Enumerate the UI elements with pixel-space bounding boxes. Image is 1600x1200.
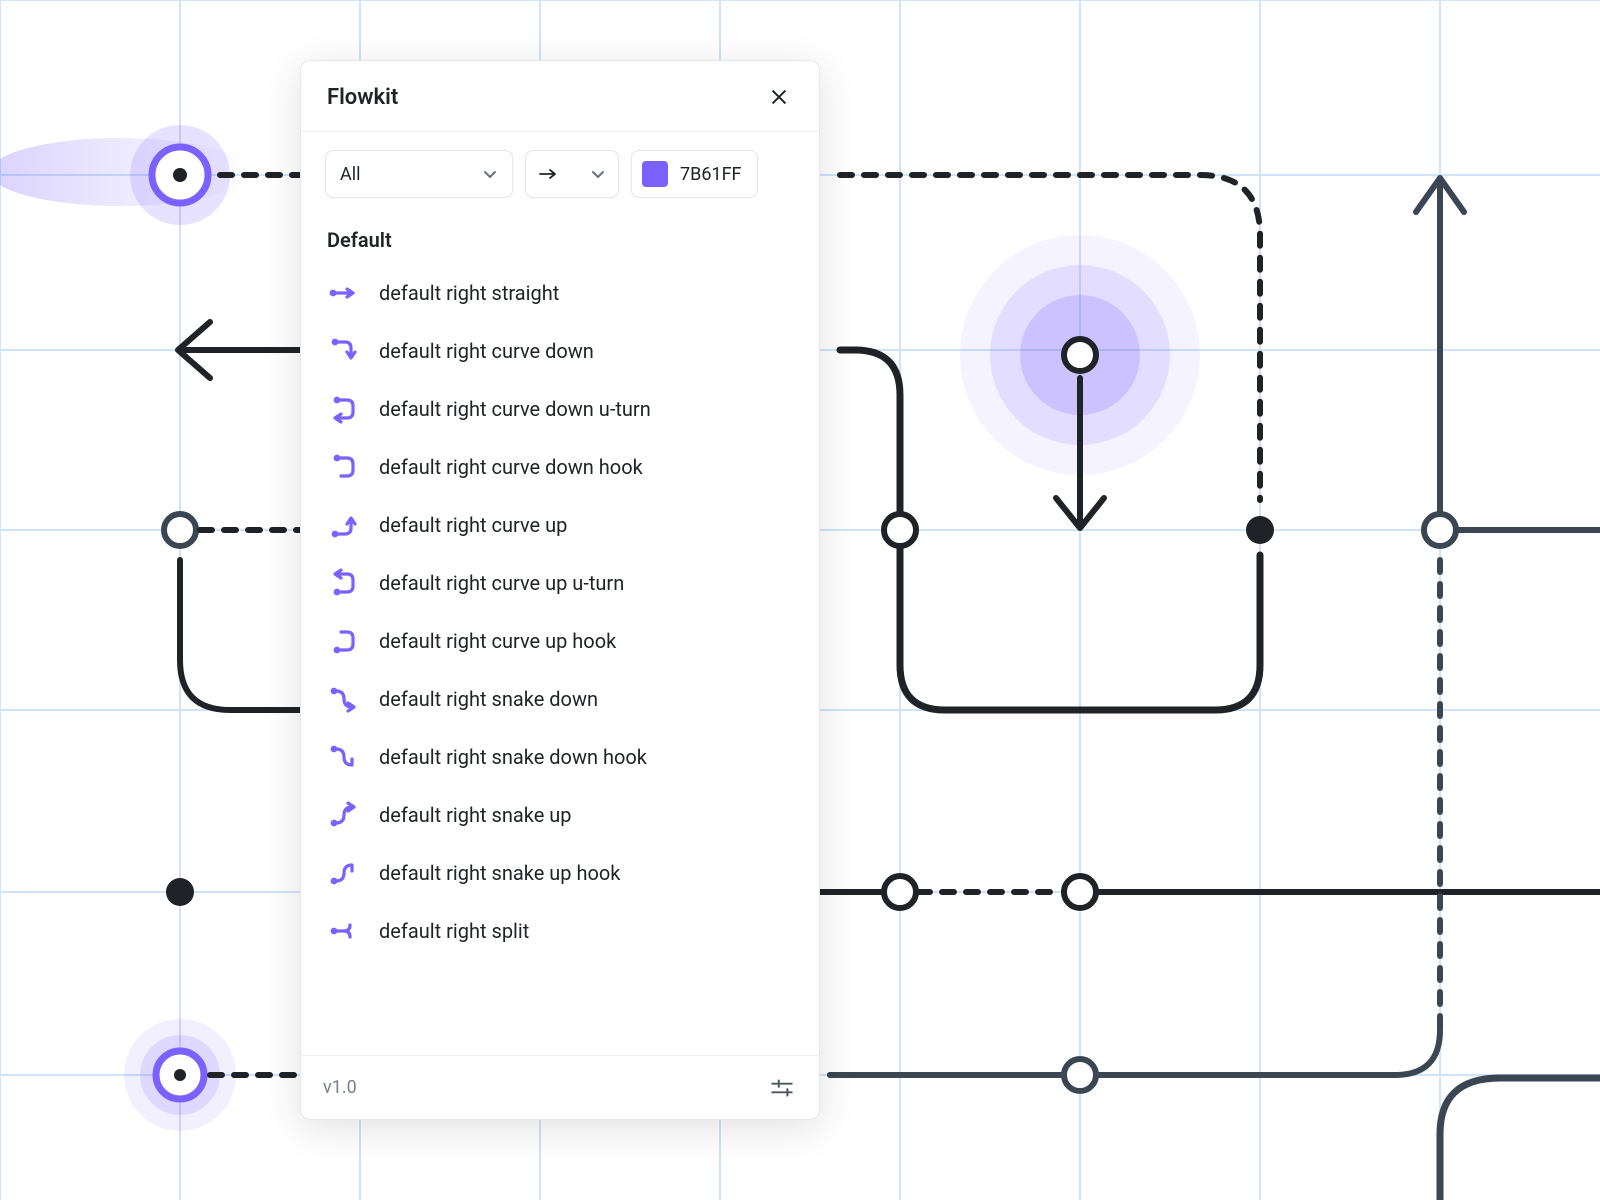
flow-curve-down-icon <box>327 334 361 368</box>
flow-curve-down-hook-icon <box>327 450 361 484</box>
list-item-label: default right straight <box>379 281 559 305</box>
flow-curve-up-icon <box>327 508 361 542</box>
list-fade-overlay <box>301 995 819 1055</box>
arrow-right-icon <box>538 167 558 181</box>
list-item-label: default right snake down <box>379 687 598 711</box>
color-hex-value: 7B61FF <box>680 164 741 185</box>
shape-list[interactable]: default right straight default right cur… <box>301 260 819 1055</box>
list-item-label: default right curve down <box>379 339 594 363</box>
list-item-label: default right split <box>379 919 529 943</box>
list-item[interactable]: default right curve up hook <box>301 612 819 670</box>
section-label-default: Default <box>301 210 819 260</box>
sliders-icon <box>769 1075 795 1101</box>
list-item[interactable]: default right curve up <box>301 496 819 554</box>
close-icon <box>768 86 790 108</box>
color-picker[interactable]: 7B61FF <box>631 150 758 198</box>
filter-category-value: All <box>340 164 361 185</box>
panel-header: Flowkit <box>301 61 819 132</box>
list-item[interactable]: default right snake down <box>301 670 819 728</box>
version-label: v1.0 <box>323 1077 357 1098</box>
chevron-down-icon <box>482 166 498 182</box>
list-item-label: default right snake up <box>379 803 572 827</box>
flow-snake-up-hook-icon <box>327 856 361 890</box>
flow-snake-up-icon <box>327 798 361 832</box>
list-item-label: default right curve down hook <box>379 455 643 479</box>
list-item[interactable]: default right curve up u-turn <box>301 554 819 612</box>
list-item-label: default right curve up u-turn <box>379 571 624 595</box>
flow-curve-up-uturn-icon <box>327 566 361 600</box>
panel-title: Flowkit <box>327 85 398 110</box>
filter-category-select[interactable]: All <box>325 150 513 198</box>
flow-curve-up-hook-icon <box>327 624 361 658</box>
list-item-label: default right curve down u-turn <box>379 397 651 421</box>
flow-snake-down-hook-icon <box>327 740 361 774</box>
close-button[interactable] <box>765 83 793 111</box>
list-item-label: default right snake up hook <box>379 861 620 885</box>
settings-button[interactable] <box>767 1073 797 1103</box>
panel-controls: All 7B61FF <box>301 132 819 210</box>
list-item[interactable]: default right curve down u-turn <box>301 380 819 438</box>
list-item[interactable]: default right snake up hook <box>301 844 819 902</box>
list-item[interactable]: default right curve down hook <box>301 438 819 496</box>
list-item[interactable]: default right straight <box>301 264 819 322</box>
flow-straight-icon <box>327 276 361 310</box>
list-item[interactable]: default right snake up <box>301 786 819 844</box>
list-item-label: default right curve up hook <box>379 629 616 653</box>
flow-snake-down-icon <box>327 682 361 716</box>
list-item-label: default right snake down hook <box>379 745 647 769</box>
list-item[interactable]: default right snake down hook <box>301 728 819 786</box>
list-item[interactable]: default right curve down <box>301 322 819 380</box>
chevron-down-icon <box>590 166 606 182</box>
panel-footer: v1.0 <box>301 1055 819 1119</box>
color-swatch <box>642 161 668 187</box>
list-item[interactable]: default right split <box>301 902 819 960</box>
flowkit-panel: Flowkit All 7B61FF Default default right… <box>300 60 820 1120</box>
flow-curve-down-uturn-icon <box>327 392 361 426</box>
flow-split-icon <box>327 914 361 948</box>
list-item-label: default right curve up <box>379 513 567 537</box>
line-style-select[interactable] <box>525 150 619 198</box>
